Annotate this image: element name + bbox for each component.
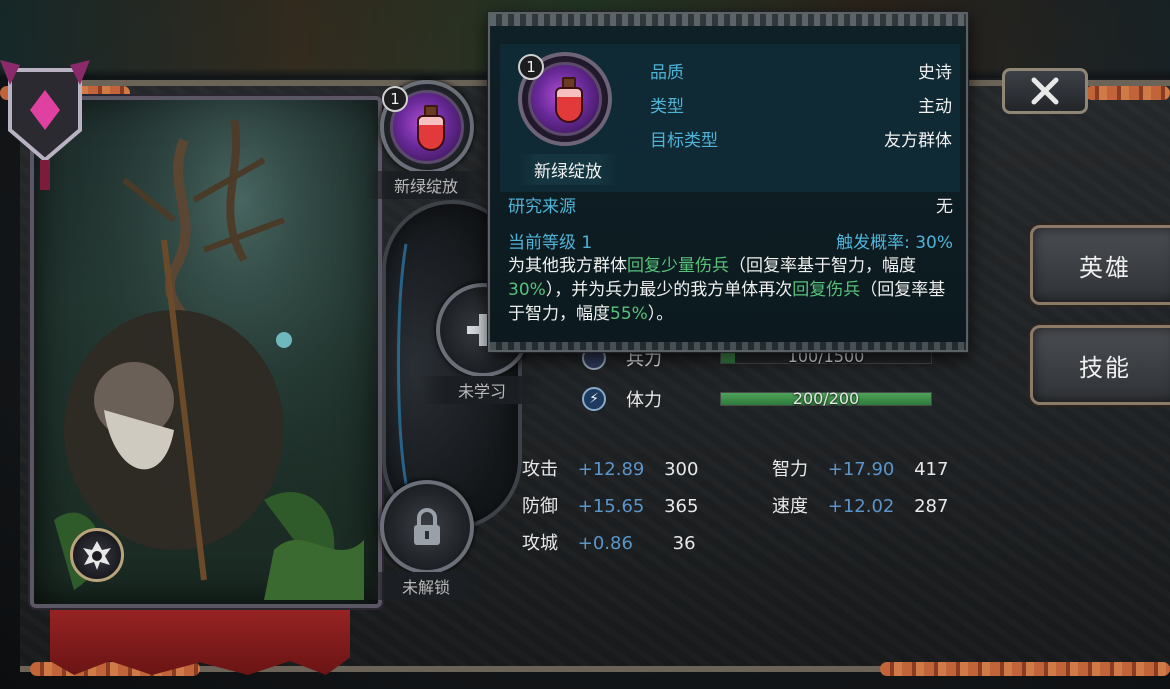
tooltip-border bbox=[490, 14, 966, 26]
quality-row: 品质 史诗 bbox=[650, 63, 952, 83]
close-icon bbox=[1031, 77, 1059, 105]
level-trigger-row: 当前等级 1 触发概率: 30% bbox=[508, 228, 953, 253]
trigger-chance: 触发概率: 30% bbox=[836, 233, 953, 253]
current-level: 当前等级 1 bbox=[508, 233, 593, 253]
stamina-bar: 200/200 bbox=[720, 389, 932, 408]
skill-level-badge: 1 bbox=[382, 86, 408, 112]
attribute-speed: 速度 +12.02 287 bbox=[772, 496, 949, 517]
game-screen: 1 新绿绽放 未学习 未解锁 兵力 100/1500 ⚡ 体力 200/200 … bbox=[0, 0, 1170, 689]
rope-decoration bbox=[880, 662, 1170, 676]
tooltip-border bbox=[490, 342, 966, 350]
type-row: 类型 主动 bbox=[650, 97, 952, 117]
attribute-intellect: 智力 +17.90 417 bbox=[772, 459, 949, 480]
hero-tab-button[interactable]: 英雄 bbox=[1030, 225, 1170, 305]
skill-slot-3[interactable] bbox=[380, 480, 474, 574]
attribute-defense: 防御 +15.65 365 bbox=[522, 496, 699, 517]
tooltip-level-badge: 1 bbox=[518, 54, 544, 80]
hero-class-badge-icon[interactable] bbox=[70, 528, 124, 582]
target-type-row: 目标类型 友方群体 bbox=[650, 131, 952, 151]
skill-slot-1-label: 新绿绽放 bbox=[366, 171, 486, 199]
stamina-value: 200/200 bbox=[792, 389, 860, 408]
skill-tooltip: 1 新绿绽放 品质 史诗 类型 主动 目标类型 友方群体 研究来源无 当前等级 1 触… bbox=[488, 12, 968, 352]
skill-slot-3-label: 未解锁 bbox=[366, 572, 486, 600]
attribute-siege: 攻城 +0.86 36 bbox=[522, 533, 696, 554]
skill-slot-2-label: 未学习 bbox=[422, 376, 542, 404]
tooltip-skill-name: 新绿绽放 bbox=[518, 154, 618, 185]
attribute-attack: 攻击 +12.89 300 bbox=[522, 459, 699, 480]
stamina-label: 体力 bbox=[626, 390, 662, 411]
skill-description: 为其他我方群体回复少量伤兵（回复率基于智力，幅度30%），并为兵力最少的我方单体… bbox=[508, 256, 946, 324]
troops-bar: 100/1500 bbox=[720, 347, 932, 366]
close-button[interactable] bbox=[1002, 68, 1088, 114]
lightning-icon: ⚡ bbox=[582, 387, 606, 411]
stamina-row: ⚡ 体力 bbox=[582, 386, 662, 412]
rope-decoration bbox=[1085, 86, 1170, 100]
faction-crest-icon bbox=[0, 60, 90, 190]
lock-icon bbox=[414, 508, 440, 545]
skill-tab-button[interactable]: 技能 bbox=[1030, 325, 1170, 405]
research-source-row: 研究来源无 bbox=[508, 197, 953, 217]
